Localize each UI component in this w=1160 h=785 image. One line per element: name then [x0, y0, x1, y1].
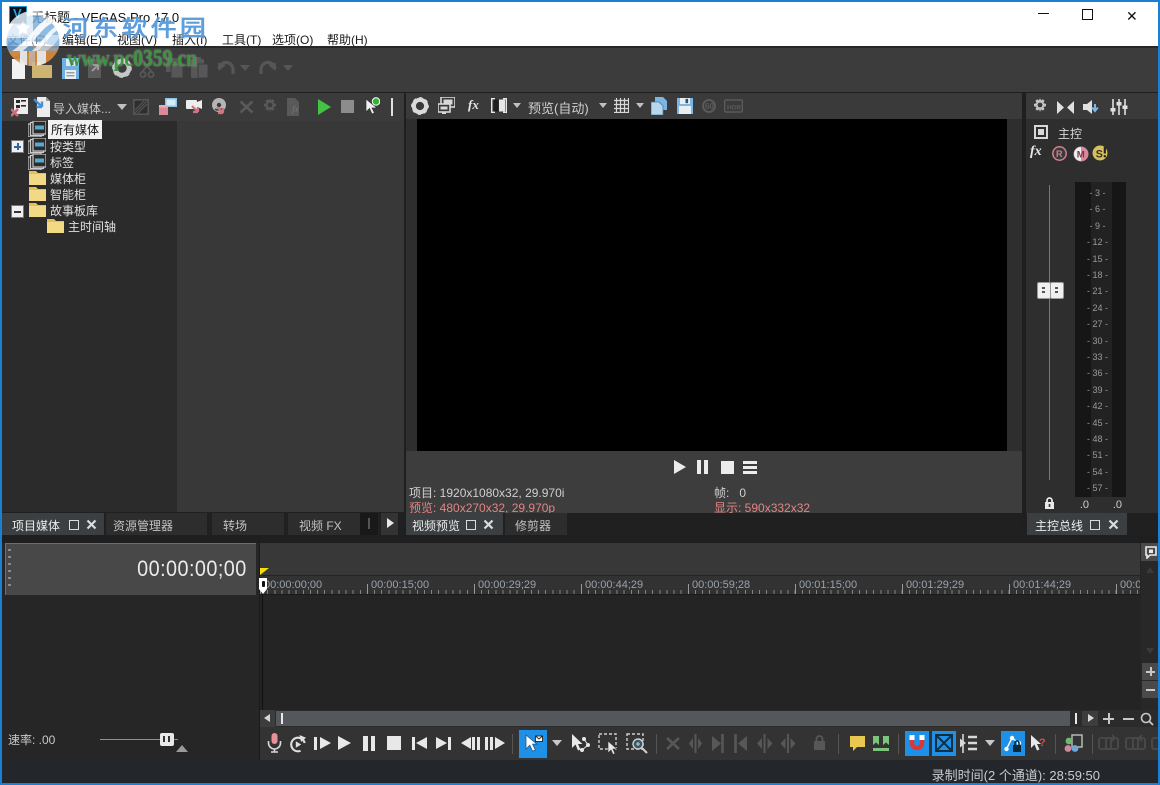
svg-text:?: ? [1039, 737, 1046, 749]
svg-text:M: M [1077, 150, 1085, 161]
svg-text:R: R [1056, 149, 1063, 159]
svg-text:HDR: HDR [727, 105, 741, 112]
svg-text:S: S [1096, 148, 1103, 160]
svg-text:fx: fx [292, 104, 299, 114]
svg-text:60: 60 [705, 102, 714, 111]
